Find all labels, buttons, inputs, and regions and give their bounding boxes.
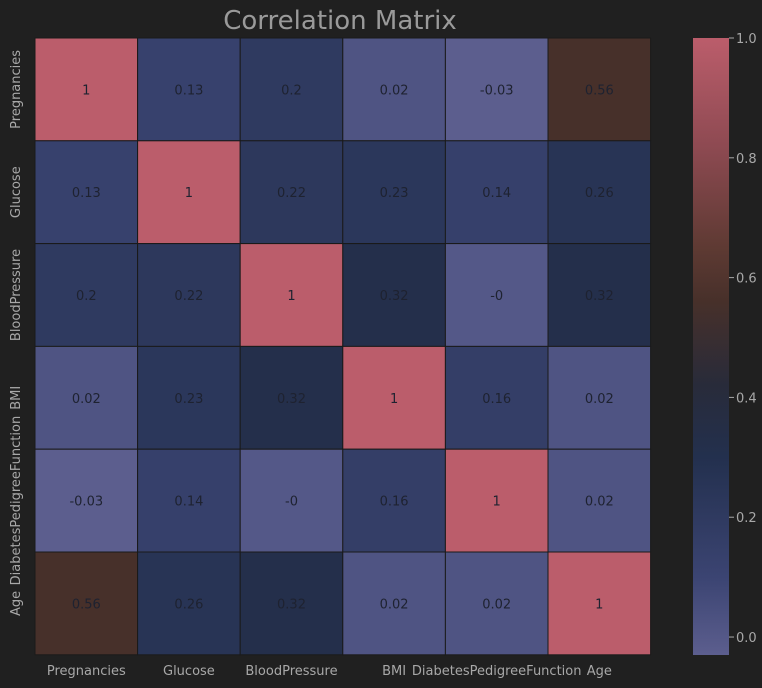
cell-value-label: 1: [595, 597, 603, 612]
colorbar-gradient: [693, 38, 729, 655]
y-axis-ticks: Pregnancies Glucose BloodPressure BMI Diabet…: [9, 50, 24, 616]
cell-value-label: 1: [390, 392, 398, 407]
cell-value-label: 1: [82, 83, 90, 98]
cell-value-label: -0.03: [69, 495, 103, 510]
cell-value-label: 0.02: [380, 83, 409, 98]
y-tick-label: BMI: [9, 386, 24, 410]
cell-value-label: 0.26: [585, 186, 614, 201]
cell-value-label: 0.23: [174, 392, 203, 407]
colorbar-tick-label: 0.6: [736, 272, 757, 287]
cell-value-label: 0.2: [76, 289, 97, 304]
cell-value-label: 0.56: [72, 597, 101, 612]
x-tick-label: DiabetesPedigreeFunction: [412, 664, 582, 679]
y-tick-label: Pregnancies: [9, 50, 24, 129]
cell-value-label: 0.32: [277, 597, 306, 612]
colorbar: 0.0 0.2 0.4 0.6 0.8 1.0: [693, 32, 757, 655]
cell-value-label: 0.22: [277, 186, 306, 201]
x-tick-label: BMI: [382, 664, 406, 679]
x-tick-label: Age: [587, 664, 612, 679]
cell-value-label: 0.02: [72, 392, 101, 407]
cell-value-label: 1: [493, 495, 501, 510]
y-tick-label: Glucose: [9, 166, 24, 218]
cell-value-label: 0.14: [482, 186, 511, 201]
cell-value-label: -0.03: [480, 83, 514, 98]
cell-value-label: 0.32: [380, 289, 409, 304]
cell-value-label: 0.02: [585, 495, 614, 510]
cell-value-label: 0.32: [277, 392, 306, 407]
cell-value-label: 1: [287, 289, 295, 304]
colorbar-tick-label: 0.4: [736, 391, 757, 406]
x-tick-label: BloodPressure: [245, 664, 337, 679]
correlation-heatmap: Correlation Matrix 1 0.13 0.2 0.02 -0.03 0.56…: [9, 6, 757, 679]
cell-value-label: 0.02: [482, 597, 511, 612]
x-tick-label: Glucose: [163, 664, 215, 679]
cell-value-label: -0: [285, 495, 298, 510]
cell-value-label: 1: [185, 186, 193, 201]
cell-value-label: 0.13: [72, 186, 101, 201]
y-tick-label: Age: [9, 591, 24, 616]
cell-value-label: 0.14: [174, 495, 203, 510]
cell-value-label: 0.23: [380, 186, 409, 201]
cell-value-label: 0.02: [585, 392, 614, 407]
colorbar-tick-label: 1.0: [736, 32, 757, 47]
cell-value-label: 0.2: [281, 83, 302, 98]
y-tick-label: BloodPressure: [9, 249, 24, 341]
cell-value-label: 0.02: [380, 597, 409, 612]
x-tick-label: Pregnancies: [47, 664, 126, 679]
colorbar-tick-label: 0.0: [736, 631, 757, 646]
cell-value-label: 0.32: [585, 289, 614, 304]
chart-title: Correlation Matrix: [223, 6, 457, 36]
cell-value-label: 0.16: [482, 392, 511, 407]
x-axis-ticks: Pregnancies Glucose BloodPressure BMI Diabet…: [47, 664, 612, 679]
cell-value-label: 0.13: [174, 83, 203, 98]
colorbar-tick-label: 0.8: [736, 152, 757, 167]
cell-value-label: -0: [490, 289, 503, 304]
cell-value-label: 0.16: [380, 495, 409, 510]
heatmap-cells: 1 0.13 0.2 0.02 -0.03 0.56 0.13 1 0.22 0.23 0.14 0.…: [34, 37, 652, 656]
cell-value-label: 0.56: [585, 83, 614, 98]
colorbar-ticks: 0.0 0.2 0.4 0.6 0.8 1.0: [729, 32, 757, 646]
cell-value-label: 0.22: [174, 289, 203, 304]
y-tick-label: DiabetesPedigreeFunction: [9, 416, 24, 586]
colorbar-tick-label: 0.2: [736, 511, 757, 526]
cell-value-label: 0.26: [174, 597, 203, 612]
